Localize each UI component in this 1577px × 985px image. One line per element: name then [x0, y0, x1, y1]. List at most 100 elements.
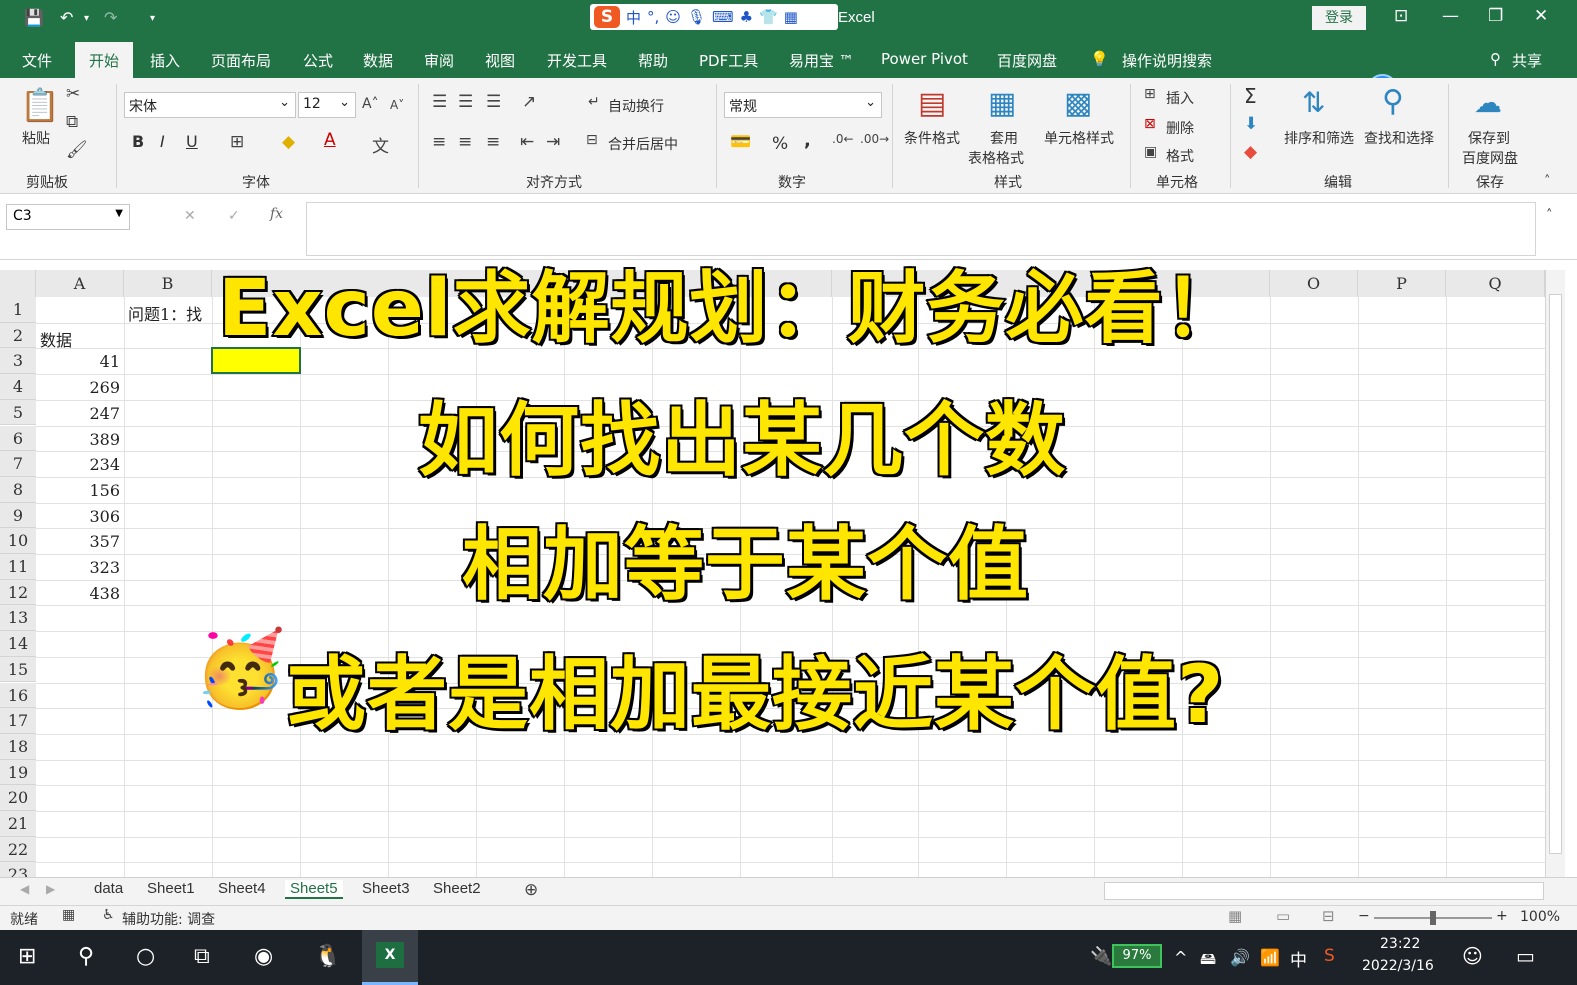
- row-header[interactable]: 6: [0, 425, 36, 452]
- customize-qat-icon[interactable]: ▾: [150, 13, 155, 24]
- undo-dropdown-icon[interactable]: ▾: [84, 13, 89, 24]
- power-plug-icon[interactable]: 🔌: [1090, 946, 1112, 967]
- cell-b1[interactable]: 问题1：找: [128, 301, 202, 325]
- wrap-text-button[interactable]: 自动换行: [608, 96, 664, 116]
- clock-time[interactable]: 23:22: [1380, 936, 1420, 952]
- conditional-format-icon[interactable]: ▤: [918, 86, 946, 121]
- row-header[interactable]: 10: [0, 528, 36, 554]
- sheet-tab-data[interactable]: data: [89, 880, 128, 897]
- merge-center-button[interactable]: 合并后居中: [608, 134, 678, 154]
- qq-icon[interactable]: 🐧: [314, 944, 341, 969]
- page-layout-view-icon[interactable]: ▭: [1276, 907, 1290, 925]
- find-select-button[interactable]: 查找和选择: [1364, 128, 1434, 148]
- font-color-button[interactable]: A: [324, 130, 336, 150]
- col-header-p[interactable]: P: [1358, 270, 1446, 297]
- row-header[interactable]: 11: [0, 554, 36, 580]
- redo-icon[interactable]: ↷: [104, 8, 117, 27]
- conditional-format-button[interactable]: 条件格式: [904, 128, 960, 148]
- format-table-label2[interactable]: 表格格式: [968, 148, 1024, 168]
- sheet-tab-sheet3[interactable]: Sheet3: [357, 880, 415, 897]
- keyboard-icon[interactable]: ⌨: [712, 8, 734, 26]
- decrease-indent-icon[interactable]: ⇤: [520, 132, 534, 152]
- sheet-tab-sheet1[interactable]: Sheet1: [142, 880, 200, 897]
- next-sheet-icon[interactable]: ▶: [46, 882, 55, 896]
- shrink-font-icon[interactable]: A˅: [390, 98, 404, 112]
- fill-color-icon[interactable]: ◆: [282, 132, 295, 152]
- align-top-icon[interactable]: ☰: [432, 92, 447, 112]
- accounting-icon[interactable]: 💳: [730, 132, 751, 152]
- tab-review[interactable]: 审阅: [424, 50, 454, 71]
- normal-view-icon[interactable]: ▦: [1228, 907, 1242, 925]
- tab-developer[interactable]: 开发工具: [547, 50, 607, 71]
- chat-icon[interactable]: ☺: [1462, 944, 1483, 968]
- name-box[interactable]: C3 ▼: [6, 204, 130, 230]
- cell-style-icon[interactable]: ▩: [1064, 86, 1092, 121]
- row-header[interactable]: 17: [0, 708, 36, 734]
- italic-button[interactable]: I: [160, 132, 165, 151]
- row-header[interactable]: 1: [0, 297, 36, 323]
- collapse-ribbon-icon[interactable]: ˄: [1544, 174, 1551, 189]
- paste-icon[interactable]: 📋: [20, 86, 60, 124]
- row-header[interactable]: 12: [0, 579, 36, 606]
- font-size-select[interactable]: 12 ⌄: [298, 92, 356, 118]
- sogou-tray-icon[interactable]: S: [1324, 946, 1335, 966]
- tab-baidu-netdisk[interactable]: 百度网盘: [997, 50, 1057, 71]
- border-icon[interactable]: ⊞: [230, 132, 244, 152]
- align-right-icon[interactable]: ≡: [486, 132, 500, 152]
- prev-sheet-icon[interactable]: ◀: [20, 882, 29, 896]
- search-icon[interactable]: ⚲: [1382, 84, 1404, 119]
- increase-decimal-icon[interactable]: .0←: [832, 132, 854, 146]
- row-header[interactable]: 9: [0, 502, 36, 529]
- expand-formula-icon[interactable]: ˄: [1546, 208, 1553, 223]
- task-view-icon[interactable]: ⧉: [194, 944, 210, 969]
- row-header[interactable]: 16: [0, 682, 36, 709]
- autosum-button[interactable]: Σ: [1244, 84, 1257, 108]
- accessibility-icon[interactable]: ♿: [102, 907, 115, 923]
- percent-button[interactable]: %: [772, 134, 788, 154]
- share-icon[interactable]: ⚲: [1490, 50, 1501, 68]
- data-cell[interactable]: 41: [36, 352, 120, 371]
- clear-icon[interactable]: ◆: [1244, 142, 1257, 162]
- battery-indicator[interactable]: 97%: [1112, 944, 1162, 968]
- copy-icon[interactable]: ⧉: [66, 112, 78, 132]
- tab-power-pivot[interactable]: Power Pivot: [881, 50, 968, 68]
- decrease-decimal-icon[interactable]: .00→: [860, 132, 889, 146]
- data-cell[interactable]: 438: [36, 584, 120, 603]
- emoji-icon[interactable]: ☺: [665, 8, 681, 26]
- font-name-select[interactable]: 宋体 ⌄: [124, 92, 296, 118]
- ribbon-display-icon[interactable]: ⊡: [1394, 6, 1408, 26]
- tab-help[interactable]: 帮助: [638, 50, 668, 71]
- tab-view[interactable]: 视图: [485, 50, 515, 71]
- share-button[interactable]: 共享: [1512, 50, 1542, 71]
- fill-icon[interactable]: ⬇: [1244, 114, 1258, 134]
- zoom-slider-thumb[interactable]: [1430, 911, 1436, 925]
- align-bottom-icon[interactable]: ☰: [486, 92, 501, 112]
- row-header[interactable]: 20: [0, 785, 36, 811]
- row-header[interactable]: 14: [0, 631, 36, 657]
- tab-insert[interactable]: 插入: [150, 50, 180, 71]
- row-header[interactable]: 21: [0, 811, 36, 837]
- row-header[interactable]: 22: [0, 836, 36, 863]
- align-middle-icon[interactable]: ☰: [458, 92, 473, 112]
- select-all-corner[interactable]: [0, 270, 36, 297]
- save-to-label1[interactable]: 保存到: [1468, 128, 1510, 148]
- format-painter-icon[interactable]: 🖌: [66, 140, 88, 160]
- increase-indent-icon[interactable]: ⇥: [546, 132, 560, 152]
- row-header[interactable]: 3: [0, 348, 36, 375]
- col-header-o[interactable]: O: [1270, 270, 1358, 297]
- cut-icon[interactable]: ✂: [66, 84, 80, 104]
- data-cell[interactable]: 269: [36, 378, 120, 397]
- data-cell[interactable]: 247: [36, 404, 120, 423]
- login-button[interactable]: 登录: [1312, 6, 1366, 30]
- number-format-select[interactable]: 常规 ⌄: [724, 92, 882, 118]
- chrome-icon[interactable]: ◉: [254, 944, 273, 969]
- punct-icon[interactable]: °,: [647, 8, 659, 26]
- skin-icon[interactable]: 👕: [759, 8, 778, 26]
- format-cells-button[interactable]: 格式: [1166, 146, 1194, 166]
- row-header[interactable]: 15: [0, 656, 36, 683]
- user-icon[interactable]: ♣: [740, 8, 753, 26]
- restore-icon[interactable]: ❐: [1488, 6, 1503, 26]
- grow-font-icon[interactable]: A˄: [362, 96, 379, 112]
- tab-page-layout[interactable]: 页面布局: [211, 50, 271, 71]
- sort-filter-icon[interactable]: ⇅: [1302, 86, 1325, 119]
